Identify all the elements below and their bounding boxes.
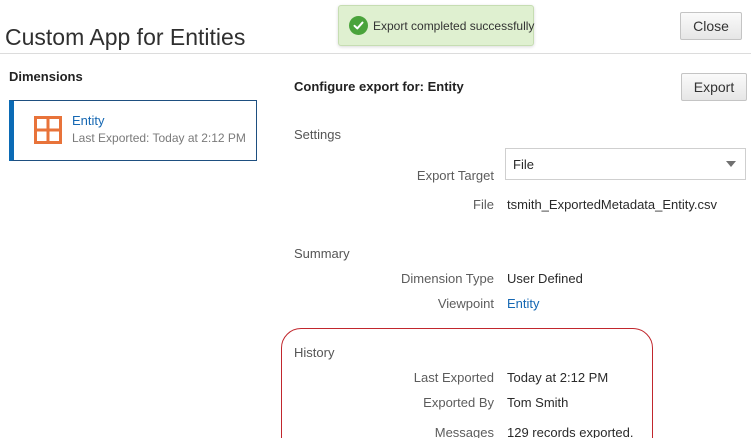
chevron-down-icon: [726, 161, 736, 167]
export-target-value: File: [513, 156, 534, 172]
settings-heading: Settings: [294, 127, 341, 142]
toast-message: Export completed successfully: [373, 18, 535, 33]
viewpoint-label: Viewpoint: [437, 296, 494, 311]
dimension-type-label: Dimension Type: [401, 271, 494, 286]
title-divider: [0, 53, 751, 54]
last-exported-value: Today at 2:12 PM: [507, 370, 609, 385]
dimension-name: Entity: [72, 113, 105, 128]
exported-by-label: Exported By: [423, 395, 494, 410]
page-title: Custom App for Entities: [5, 24, 246, 50]
export-button[interactable]: Export: [681, 73, 747, 101]
dimension-card-entity[interactable]: Entity Last Exported: Today at 2:12 PM: [9, 100, 257, 161]
viewpoint-link[interactable]: Entity: [507, 296, 540, 311]
export-target-label: Export Target: [416, 168, 494, 183]
export-target-select[interactable]: File: [505, 148, 746, 180]
last-exported-label: Last Exported: [413, 370, 494, 385]
history-heading: History: [294, 345, 335, 360]
success-toast: Export completed successfully: [338, 5, 534, 46]
dimension-last-exported: Last Exported: Today at 2:12 PM: [72, 131, 246, 145]
dimension-type-value: User Defined: [507, 271, 583, 286]
messages-value: 129 records exported.: [507, 425, 634, 438]
messages-label: Messages: [434, 425, 494, 438]
file-value: tsmith_ExportedMetadata_Entity.csv: [507, 197, 718, 212]
summary-heading: Summary: [294, 246, 350, 261]
grid-icon: [34, 116, 62, 144]
close-button[interactable]: Close: [680, 12, 742, 40]
checkmark-circle-icon: [349, 16, 368, 35]
configure-export-heading: Configure export for: Entity: [294, 79, 464, 94]
exported-by-value: Tom Smith: [507, 395, 569, 410]
dimensions-heading: Dimensions: [9, 69, 83, 84]
file-label: File: [473, 197, 494, 212]
